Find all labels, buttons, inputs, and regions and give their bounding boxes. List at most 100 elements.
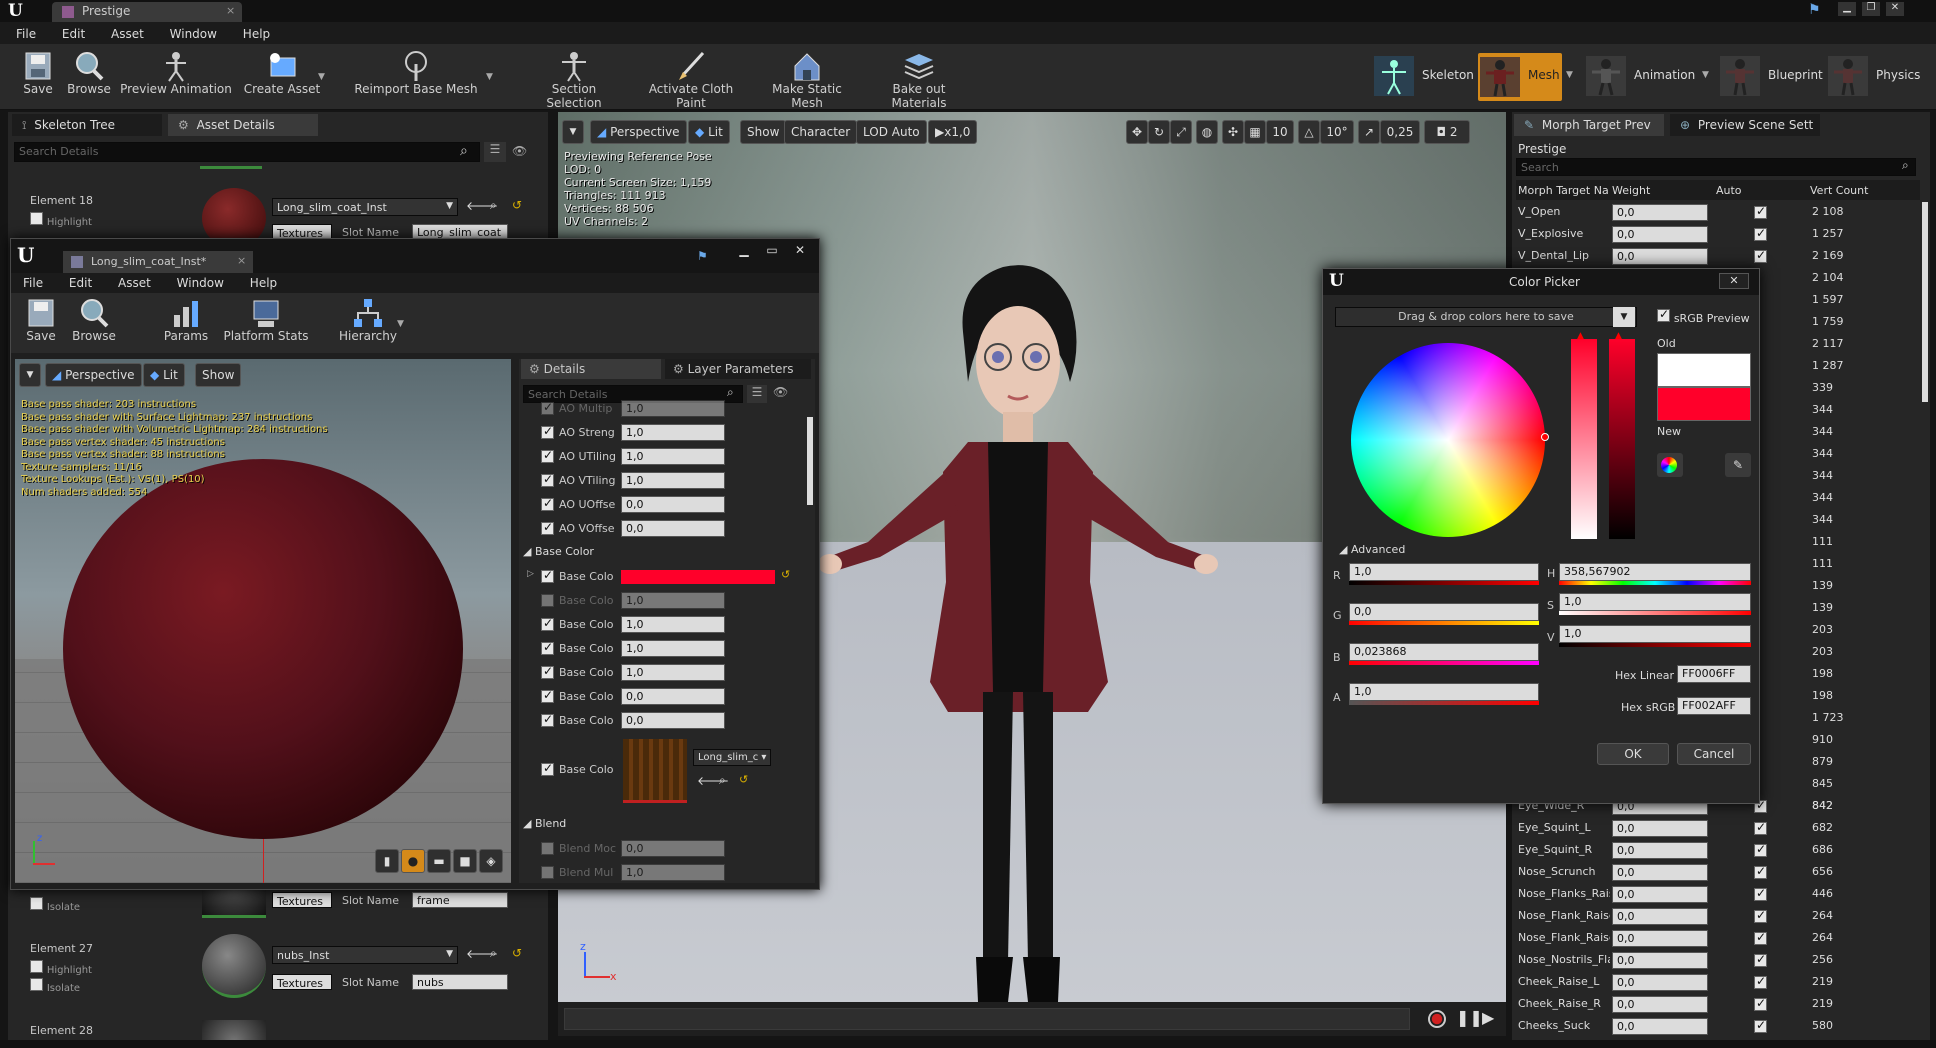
parameter-value-input[interactable]: 1,0: [621, 592, 725, 609]
element18-highlight-checkbox[interactable]: Highlight: [30, 212, 92, 228]
parameter-override-checkbox[interactable]: [541, 472, 554, 487]
element27-find-icon[interactable]: ⌕: [490, 946, 497, 961]
parameter-value-input[interactable]: 1,0: [621, 864, 725, 881]
make-static-mesh-button[interactable]: Make Static Mesh: [756, 50, 858, 110]
frame-textures-dropdown[interactable]: Textures: [272, 892, 332, 908]
parameter-value-input[interactable]: 0,0: [621, 496, 725, 513]
hex-linear-input[interactable]: FF0006FF: [1677, 665, 1751, 683]
base-color-swatch[interactable]: [621, 570, 775, 584]
details-tab[interactable]: ⚙ Details: [521, 359, 661, 379]
mode-skeleton-button[interactable]: Skeleton: [1374, 54, 1474, 100]
morph-weight-input[interactable]: 0,0: [1612, 908, 1708, 925]
mode-animation-button[interactable]: Animation: [1586, 54, 1708, 100]
mesh-mode-dropdown-icon[interactable]: ▼: [1566, 70, 1573, 80]
translate-icon[interactable]: ✥: [1126, 120, 1148, 144]
morph-auto-checkbox[interactable]: [1754, 886, 1767, 901]
morph-weight-input[interactable]: 0,0: [1612, 1018, 1708, 1035]
morph-auto-checkbox[interactable]: [1754, 820, 1767, 835]
platform-stats-button[interactable]: Platform Stats: [221, 297, 311, 343]
morph-scrollbar[interactable]: [1922, 202, 1928, 402]
material-browse-button[interactable]: Browse: [71, 297, 117, 343]
menu-edit[interactable]: Edit: [62, 27, 85, 41]
params-button[interactable]: Params: [161, 297, 211, 343]
create-asset-button[interactable]: Create Asset: [242, 50, 322, 96]
visibility-icon[interactable]: 👁: [512, 144, 527, 158]
morph-auto-checkbox[interactable]: [1754, 974, 1767, 989]
details-scrollbar[interactable]: [807, 417, 813, 505]
parameter-override-checkbox[interactable]: [541, 568, 554, 583]
ok-button[interactable]: OK: [1597, 743, 1669, 765]
s-input[interactable]: 1,0: [1559, 593, 1751, 611]
feedback-icon[interactable]: ⚑: [1808, 2, 1821, 18]
value-slider[interactable]: [1609, 339, 1635, 539]
morph-auto-checkbox[interactable]: [1754, 226, 1767, 241]
material-preview-viewport[interactable]: ▼ ◢ Perspective ◆ Lit Show Base pass sha…: [15, 359, 511, 883]
parameter-override-checkbox[interactable]: [541, 688, 554, 703]
material-vp-options-button[interactable]: ▼: [19, 363, 41, 387]
parameter-value-input[interactable]: 0,0: [621, 688, 725, 705]
morph-auto-checkbox[interactable]: [1754, 996, 1767, 1011]
morph-weight-input[interactable]: 0,0: [1612, 996, 1708, 1013]
material-tab-close-icon[interactable]: ×: [237, 254, 246, 267]
show-button[interactable]: Show: [740, 120, 787, 144]
activate-cloth-paint-button[interactable]: Activate Cloth Paint: [634, 50, 748, 110]
scale-snap-icon[interactable]: ↗: [1358, 120, 1380, 144]
v-input[interactable]: 1,0: [1559, 625, 1751, 643]
close-tab-icon[interactable]: ×: [226, 4, 235, 17]
scale-snap-value[interactable]: 0,25: [1380, 120, 1420, 144]
parameter-override-checkbox[interactable]: [541, 616, 554, 631]
material-save-button[interactable]: Save: [21, 297, 61, 343]
pause-icon[interactable]: ❚❚: [1456, 1008, 1483, 1027]
timeline-scrubber[interactable]: [564, 1008, 1410, 1030]
parameter-value-input[interactable]: 1,0: [621, 424, 725, 441]
animation-mode-dropdown-icon[interactable]: ▼: [1702, 70, 1709, 80]
morph-auto-checkbox[interactable]: [1754, 248, 1767, 263]
morph-auto-checkbox[interactable]: [1754, 952, 1767, 967]
cube-shape-icon[interactable]: ■: [453, 849, 477, 873]
frame-slot-input[interactable]: frame: [412, 892, 508, 908]
record-icon[interactable]: [1428, 1010, 1446, 1028]
section-selection-button[interactable]: Section Selection: [524, 50, 624, 110]
expand-arrow-icon[interactable]: ▷: [527, 569, 534, 579]
morph-auto-checkbox[interactable]: [1754, 864, 1767, 879]
create-asset-dropdown-icon[interactable]: ▼: [318, 72, 325, 82]
character-button[interactable]: Character: [784, 120, 858, 144]
asset-search-input[interactable]: Search Details: [14, 142, 480, 162]
asset-tab[interactable]: Prestige ×: [52, 2, 242, 22]
texture-dropdown[interactable]: Long_slim_c ▾: [693, 749, 771, 766]
color-picker-close-icon[interactable]: ✕: [1719, 273, 1749, 289]
parameter-override-checkbox[interactable]: [541, 664, 554, 679]
morph-auto-checkbox[interactable]: [1754, 842, 1767, 857]
cylinder-shape-icon[interactable]: ▮: [375, 849, 399, 873]
hierarchy-button[interactable]: Hierarchy: [333, 297, 403, 343]
reset-icon[interactable]: ↺: [512, 198, 522, 212]
menu-asset[interactable]: Asset: [111, 27, 144, 41]
hex-srgb-input[interactable]: FF002AFF: [1677, 697, 1751, 715]
theme-dropdown-arrow-icon[interactable]: ▼: [1613, 307, 1635, 327]
reimport-dropdown-icon[interactable]: ▼: [486, 72, 493, 82]
timeline-bar[interactable]: ❚❚ ▶: [558, 1002, 1506, 1036]
browse-button[interactable]: Browse: [66, 50, 112, 96]
material-maximize-icon[interactable]: ▭: [761, 243, 783, 259]
view-options-icon[interactable]: ☰: [484, 142, 506, 162]
morph-weight-input[interactable]: 0,0: [1612, 820, 1708, 837]
menu-window[interactable]: Window: [170, 27, 217, 41]
morph-weight-input[interactable]: 0,0: [1612, 842, 1708, 859]
find-asset-icon[interactable]: ⌕: [490, 198, 497, 213]
eyedropper-icon[interactable]: ✎: [1725, 453, 1751, 477]
mesh-shape-icon[interactable]: ◈: [479, 849, 503, 873]
parameter-value-input[interactable]: 1,0: [621, 640, 725, 657]
preview-scene-tab[interactable]: ⊕ Preview Scene Sett: [1670, 114, 1820, 136]
asset-details-tab[interactable]: ⚙ Asset Details: [168, 114, 318, 136]
rotation-snap-icon[interactable]: △: [1298, 120, 1320, 144]
srgb-preview-checkbox[interactable]: sRGB Preview: [1657, 307, 1750, 325]
parameter-group-header[interactable]: ◢ Blend: [523, 817, 566, 830]
hierarchy-dropdown-icon[interactable]: ▼: [397, 319, 404, 329]
material-lit-button[interactable]: ◆ Lit: [143, 363, 185, 387]
save-button[interactable]: Save: [18, 50, 58, 96]
surface-snap-icon[interactable]: ✣: [1222, 120, 1244, 144]
parameter-value-input[interactable]: 1,0: [621, 616, 725, 633]
morph-search-input[interactable]: Search: [1516, 158, 1916, 176]
parameter-override-checkbox[interactable]: [541, 424, 554, 439]
parameter-override-checkbox[interactable]: [541, 520, 554, 535]
